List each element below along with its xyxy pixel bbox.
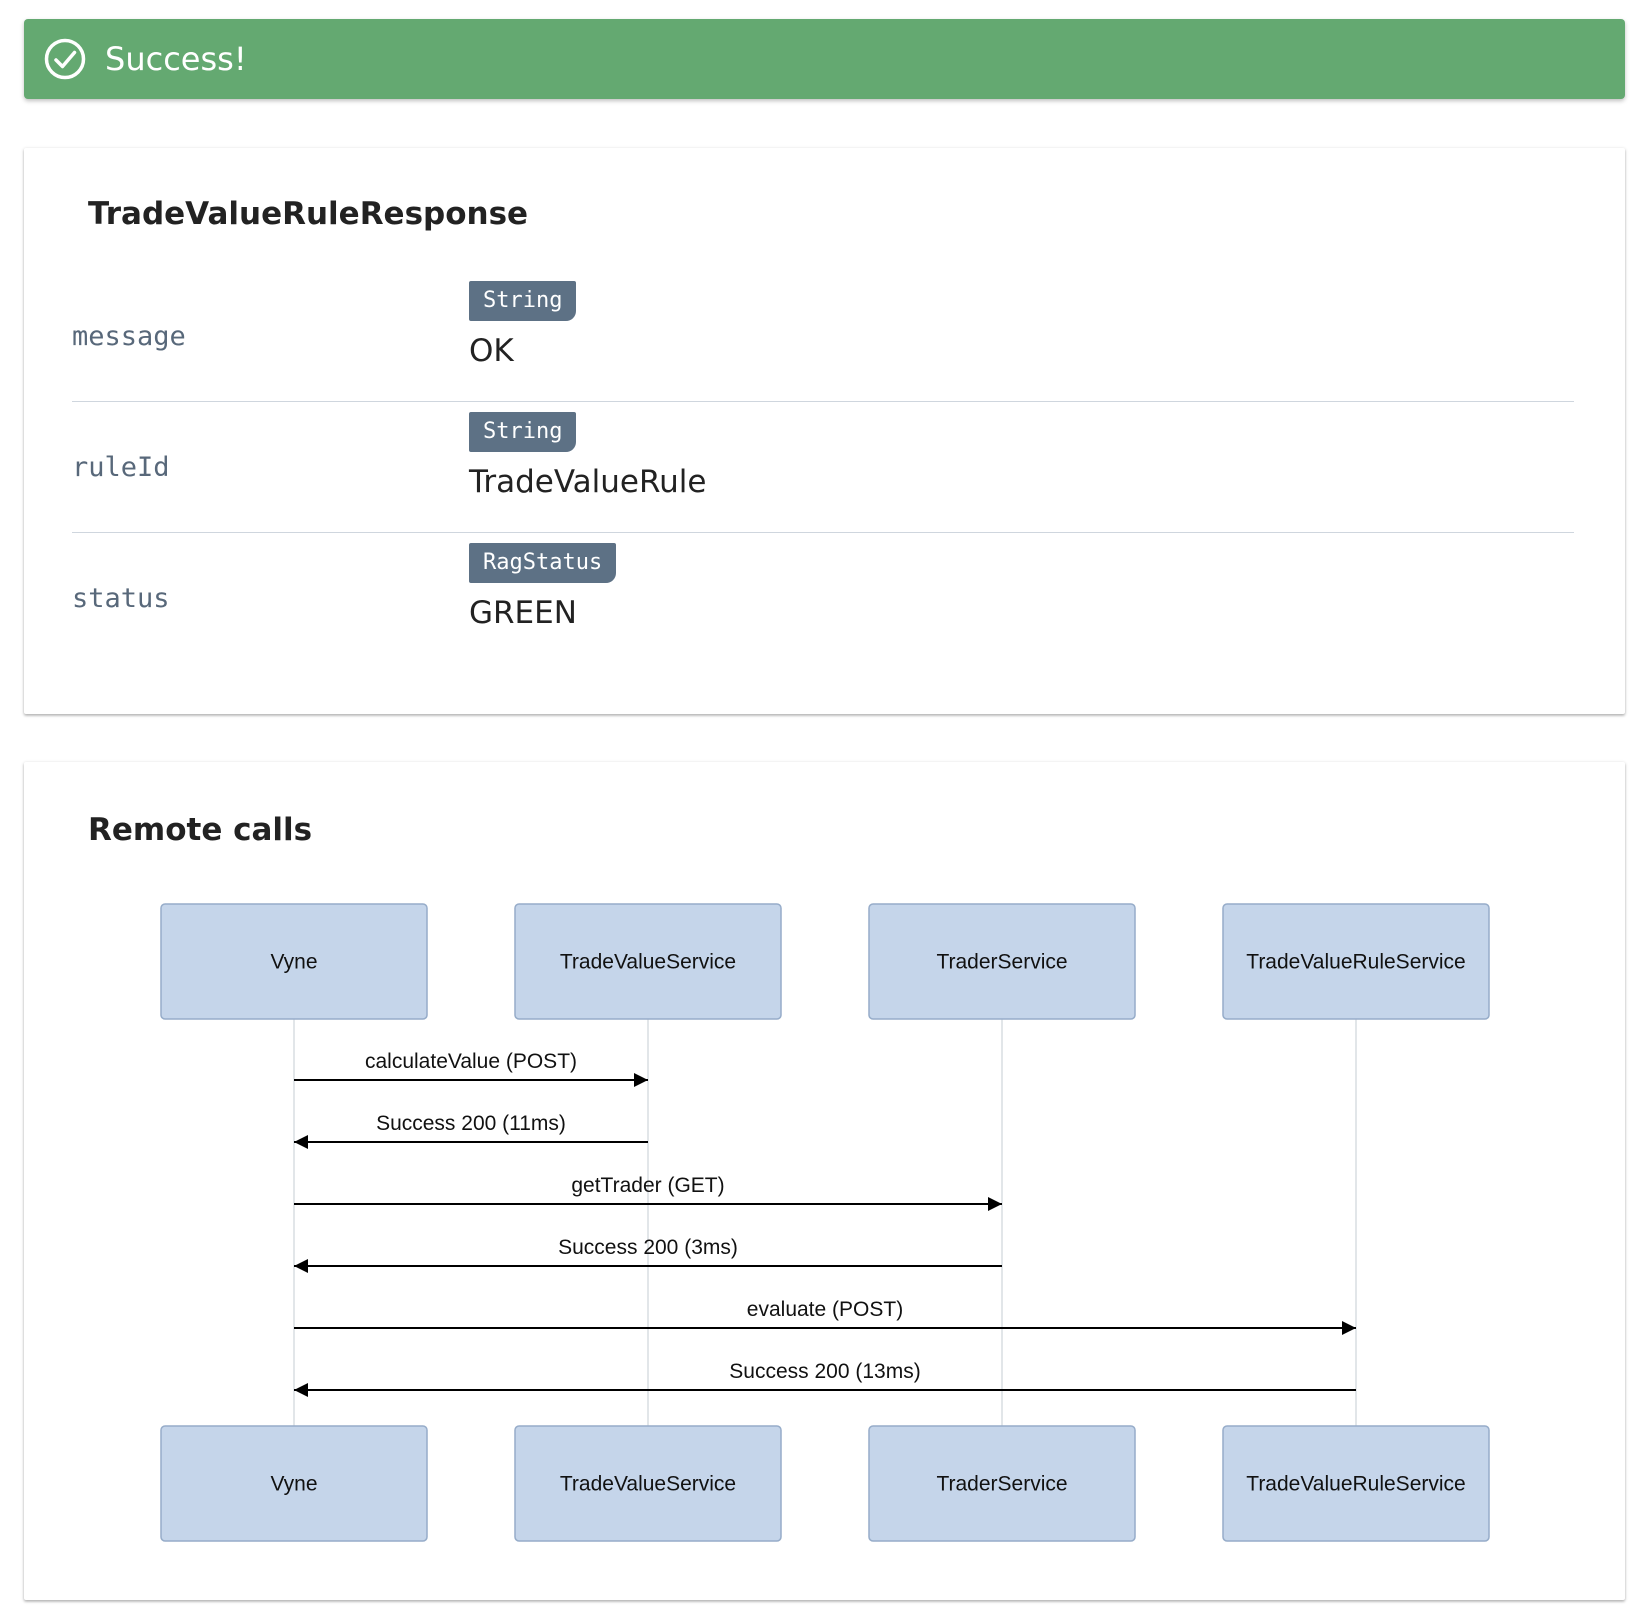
participant-top-0: Vyne — [160, 903, 428, 1020]
field-name: status — [72, 582, 170, 614]
check-circle-icon — [44, 38, 86, 80]
participant-label: TraderService — [936, 951, 1067, 974]
message-label-4: evaluate (POST) — [747, 1298, 903, 1321]
field-row-status: status RagStatus GREEN — [72, 533, 1574, 663]
participant-bottom-0: Vyne — [160, 1425, 428, 1542]
participant-top-1: TradeValueService — [514, 903, 782, 1020]
participant-bottom-2: TraderService — [868, 1425, 1136, 1542]
participant-bottom-3: TradeValueRuleService — [1222, 1425, 1490, 1542]
participant-top-2: TraderService — [868, 903, 1136, 1020]
success-banner: Success! — [24, 19, 1625, 99]
sequence-diagram: Vyne TradeValueService TraderService TradeV… — [160, 903, 1490, 1542]
participant-label: TradeValueRuleService — [1246, 1473, 1465, 1496]
success-message: Success! — [105, 40, 247, 78]
field-value: GREEN — [469, 595, 577, 631]
remote-calls-card: Remote calls Vyne TradeValueService Trader… — [24, 762, 1625, 1600]
participant-top-3: TradeValueRuleService — [1222, 903, 1490, 1020]
message-label-5: Success 200 (13ms) — [729, 1360, 920, 1383]
field-row-ruleid: ruleId String TradeValueRule — [72, 402, 1574, 533]
response-card: TradeValueRuleResponse message String OK… — [24, 148, 1625, 714]
participant-label: TradeValueService — [560, 951, 736, 974]
field-value: OK — [469, 333, 514, 369]
participant-label: Vyne — [270, 1473, 317, 1496]
field-row-message: message String OK — [72, 271, 1574, 402]
response-type-title: TradeValueRuleResponse — [88, 196, 529, 232]
message-label-0: calculateValue (POST) — [365, 1050, 577, 1073]
field-name: message — [72, 320, 186, 352]
field-name: ruleId — [72, 451, 170, 483]
participant-label: TradeValueRuleService — [1246, 951, 1465, 974]
participant-label: TradeValueService — [560, 1473, 736, 1496]
type-badge[interactable]: RagStatus — [469, 543, 617, 583]
message-label-2: getTrader (GET) — [571, 1174, 724, 1197]
message-label-3: Success 200 (3ms) — [558, 1236, 738, 1259]
field-value: TradeValueRule — [469, 464, 707, 500]
type-badge[interactable]: String — [469, 281, 577, 321]
participant-label: TraderService — [936, 1473, 1067, 1496]
participant-label: Vyne — [270, 951, 317, 974]
message-label-1: Success 200 (11ms) — [376, 1112, 566, 1135]
type-badge[interactable]: String — [469, 412, 577, 452]
participant-bottom-1: TradeValueService — [514, 1425, 782, 1542]
